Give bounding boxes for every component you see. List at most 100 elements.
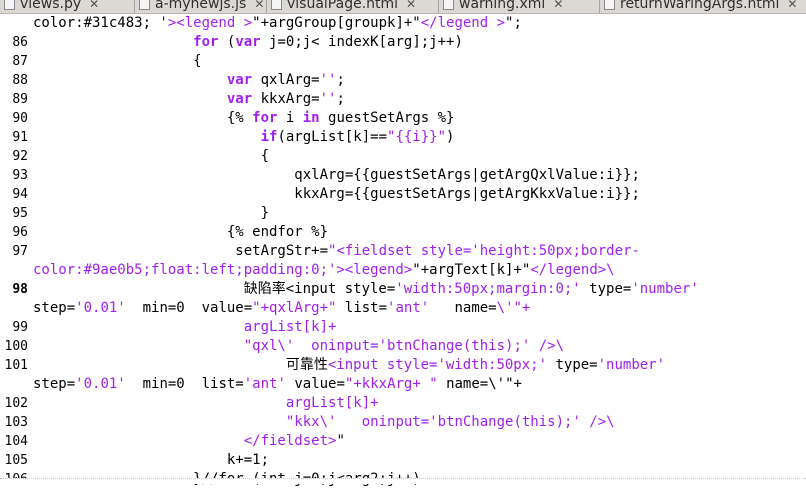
code-token: color:#9ae0b5;float:left;padding:0;'><le… <box>33 262 413 278</box>
code-token: argList[k]+ <box>33 319 337 335</box>
file-icon <box>604 0 615 10</box>
close-icon[interactable]: ✕ <box>254 0 264 11</box>
code-token: "qxl\' oninput='btnChange(this);' />\ <box>243 338 565 354</box>
code-token: kkxArg={{guestSetArgs|getArgKkxValue:i}}… <box>33 186 640 202</box>
line-number: 89 <box>12 92 28 107</box>
code-token: step= <box>33 300 76 316</box>
line-number: 88 <box>12 73 28 88</box>
line-number: 90 <box>12 111 28 126</box>
code-text: { <box>33 147 269 166</box>
code-text: var qxlArg=''; <box>33 71 345 90</box>
close-icon[interactable]: ✕ <box>89 0 99 11</box>
code-editor[interactable]: color:#31c483; '><legend >"+argGroup[gro… <box>0 14 806 487</box>
code-token: 'ant' <box>387 300 430 316</box>
line-number: 103 <box>4 415 28 430</box>
code-text: color:#31c483; '><legend >"+argGroup[gro… <box>33 14 522 33</box>
code-token: </fieldset> <box>243 433 337 449</box>
code-text: {% endfor %} <box>33 223 328 242</box>
code-token: 可靠性 <box>285 357 328 373</box>
code-token: ; <box>336 72 345 88</box>
code-text: </fieldset>" <box>33 432 345 451</box>
code-token: i <box>277 110 303 126</box>
line-number: 102 <box>4 396 28 411</box>
code-token: ; <box>336 91 345 107</box>
code-token: argList[k]+ <box>33 395 379 411</box>
code-token: setArgStr+= <box>33 243 329 259</box>
close-icon[interactable]: ✕ <box>787 0 797 11</box>
code-text: qxlArg={{guestSetArgs|getArgQxlValue:i}}… <box>33 166 640 185</box>
line-number: 99 <box>12 320 28 335</box>
tab-returnwaringargs-html[interactable]: returnWaringArgs.html ✕ <box>600 0 806 13</box>
code-token: list= <box>336 300 388 316</box>
code-text: 缺陷率<input style='width:50px;margin:0;' t… <box>33 280 699 299</box>
code-token: j=0;j< indexK[arg];j++) <box>260 34 463 50</box>
code-token: '0.01' <box>75 376 126 392</box>
tab-views-py[interactable]: views.py ✕ <box>0 0 135 13</box>
close-icon[interactable]: ✕ <box>406 0 416 11</box>
code-token: "<fieldset style='height:50px;border- <box>328 243 640 259</box>
tab-visualpage-html[interactable]: visualPage.html ✕ <box>267 0 439 13</box>
editor-bottom-edge <box>0 478 806 484</box>
code-text: k+=1; <box>33 451 269 470</box>
code-token: '' <box>319 91 337 107</box>
code-token: ( <box>218 34 236 50</box>
editor-tab-bar: views.py ✕ a-mynewjs.js ✕ visualPage.html ✕ wa… <box>0 0 806 14</box>
tab-label: returnWaringArgs.html <box>620 0 780 12</box>
code-token: qxlArg= <box>252 72 320 88</box>
code-token: {% <box>33 110 253 126</box>
code-token: var <box>226 91 253 107</box>
line-number: 92 <box>12 149 28 164</box>
code-token: type= <box>547 357 598 373</box>
code-token: (argList[k]== <box>277 129 388 145</box>
code-token: name=\'"+ <box>437 376 522 392</box>
line-number: 98 <box>12 282 28 297</box>
code-token: "; <box>505 15 522 31</box>
code-token: <input style= <box>285 281 396 297</box>
code-token: 缺陷率 <box>243 281 286 297</box>
tab-warning-xml[interactable]: warning.xml ✕ <box>439 0 600 13</box>
code-token: qxlArg={{guestSetArgs|getArgQxlValue:i}}… <box>33 167 640 183</box>
code-token: type= <box>580 281 632 297</box>
tab-label: a-mynewjs.js <box>155 0 247 12</box>
code-token: ) <box>446 129 455 145</box>
code-token: \'"+ <box>496 300 531 316</box>
line-number: 95 <box>12 206 28 221</box>
code-token: } <box>33 205 270 221</box>
code-token: ><legend > <box>167 15 253 31</box>
line-number: 105 <box>4 453 28 468</box>
code-token: '' <box>319 72 337 88</box>
code-text: setArgStr+="<fieldset style='height:50px… <box>33 242 640 261</box>
file-icon <box>139 0 150 10</box>
line-number: 94 <box>12 187 28 202</box>
code-token: </legend>\ <box>530 262 615 278</box>
code-token: value= <box>285 376 345 392</box>
line-number: 100 <box>4 339 28 354</box>
line-number: 96 <box>12 225 28 240</box>
code-text: color:#9ae0b5;float:left;padding:0;'><le… <box>33 261 615 280</box>
code-token: "kkx\' oninput='btnChange(this);' />\ <box>285 414 615 430</box>
code-text: for (var j=0;j< indexK[arg];j++) <box>33 33 463 52</box>
code-token: var <box>235 34 261 50</box>
code-text: argList[k]+ <box>33 394 379 413</box>
code-text: "qxl\' oninput='btnChange(this);' />\ <box>33 337 564 356</box>
code-text: 可靠性<input style='width:50px;' type='numb… <box>33 356 665 375</box>
code-text: } <box>33 204 269 223</box>
tab-a-mynewjs-js[interactable]: a-mynewjs.js ✕ <box>135 0 267 13</box>
code-token: var <box>226 72 253 88</box>
close-icon[interactable]: ✕ <box>553 0 563 11</box>
tab-label: views.py <box>20 0 82 12</box>
code-token: '0.01' <box>75 300 126 316</box>
code-token: min=0 list= <box>125 376 244 392</box>
line-number: 91 <box>12 130 28 145</box>
file-icon <box>443 0 454 10</box>
code-token: kkxArg= <box>252 91 320 107</box>
code-token: 'number' <box>631 281 699 297</box>
code-text: "kkx\' oninput='btnChange(this);' />\ <box>33 413 615 432</box>
code-token: for <box>252 110 278 126</box>
